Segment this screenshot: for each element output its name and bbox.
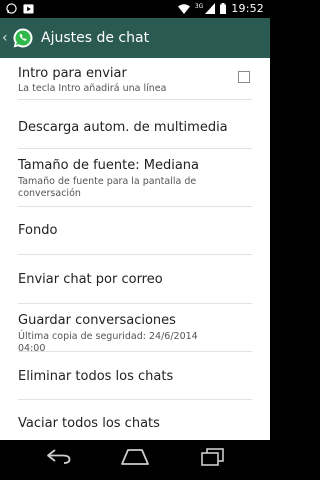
wifi-icon: [177, 3, 190, 14]
network-type-label: 3G: [194, 3, 204, 10]
play-store-notification-icon: [23, 4, 34, 14]
setting-title: Intro para enviar: [18, 66, 127, 81]
setting-title: Eliminar todos los chats: [18, 369, 174, 384]
settings-list: Intro para enviar La tecla Intro añadirá…: [0, 58, 270, 440]
setting-clear-all-chats[interactable]: Vaciar todos los chats: [18, 400, 252, 440]
setting-enter-to-send[interactable]: Intro para enviar La tecla Intro añadirá…: [18, 58, 252, 100]
chevron-left-icon: ‹: [2, 30, 8, 46]
battery-icon: [220, 3, 227, 14]
whatsapp-notification-icon: [6, 3, 17, 14]
setting-title: Fondo: [18, 223, 58, 238]
action-bar: ‹ Ajustes de chat: [0, 18, 270, 58]
home-button[interactable]: [115, 448, 155, 472]
setting-delete-all-chats[interactable]: Eliminar todos los chats: [18, 352, 252, 400]
setting-media-auto-download[interactable]: Descarga autom. de multimedia: [18, 100, 252, 149]
whatsapp-logo: [13, 28, 33, 48]
setting-subtitle: La tecla Intro añadirá una línea: [18, 83, 167, 94]
recent-apps-button[interactable]: [192, 448, 232, 472]
setting-email-chat[interactable]: Enviar chat por correo: [18, 255, 252, 304]
setting-title: Enviar chat por correo: [18, 272, 163, 287]
setting-title: Guardar conversaciones: [18, 313, 176, 328]
status-bar: 3G 19:52: [0, 0, 270, 18]
signal-icon: [205, 3, 216, 14]
setting-title: Tamaño de fuente: Mediana: [18, 158, 200, 173]
setting-subtitle: Tamaño de fuente para la pantalla de con…: [18, 176, 197, 199]
back-icon: [47, 449, 71, 464]
enter-to-send-checkbox[interactable]: [238, 71, 250, 83]
setting-title: Vaciar todos los chats: [18, 416, 160, 431]
up-navigation-button[interactable]: ‹: [0, 18, 35, 58]
back-button[interactable]: [39, 448, 79, 472]
page-title: Ajustes de chat: [41, 30, 150, 46]
clock: 19:52: [231, 2, 264, 15]
recent-apps-icon: [201, 448, 224, 466]
setting-wallpaper[interactable]: Fondo: [18, 207, 252, 255]
setting-font-size[interactable]: Tamaño de fuente: Mediana Tamaño de fuen…: [18, 149, 252, 207]
setting-save-conversations[interactable]: Guardar conversaciones Última copia de s…: [18, 304, 252, 354]
navigation-bar: [0, 440, 270, 480]
setting-title: Descarga autom. de multimedia: [18, 120, 228, 135]
home-icon: [121, 449, 149, 465]
